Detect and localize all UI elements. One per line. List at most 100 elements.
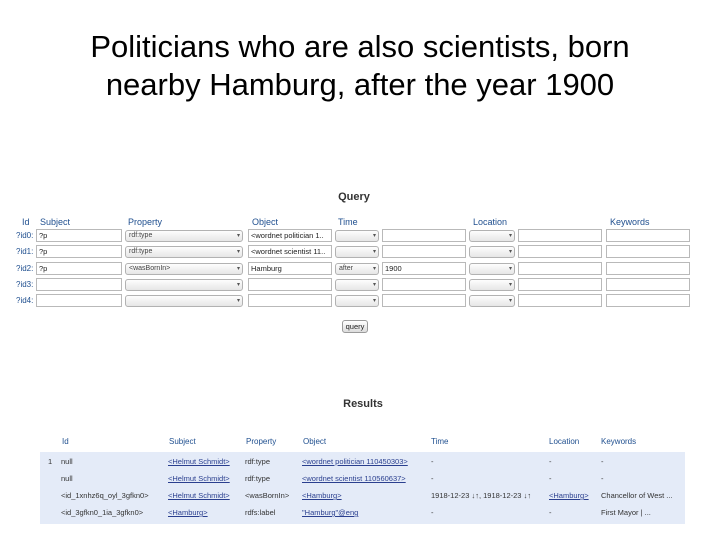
keywords-input[interactable]	[606, 278, 690, 291]
query-header-keywords: Keywords	[610, 217, 650, 227]
time-input[interactable]	[382, 229, 466, 242]
location-operator-select[interactable]: ▾	[469, 246, 515, 258]
property-select[interactable]: rdf:type ▾	[125, 246, 243, 258]
result-id: <id_3gfkn0_1ia_3gfkn0>	[61, 508, 144, 517]
result-property: <wasBornIn>	[245, 491, 290, 500]
select-arrows-icon: ▾	[508, 249, 512, 255]
query-header-property: Property	[128, 217, 163, 227]
subject-input[interactable]: ?p	[36, 229, 122, 242]
subject-input[interactable]: ?p	[36, 262, 122, 275]
results-header-time: Time	[431, 437, 449, 446]
property-select-value: rdf:type	[129, 232, 153, 239]
location-input[interactable]	[518, 245, 602, 258]
property-select[interactable]: ▾	[125, 295, 243, 307]
slide-title: Politicians who are also scientists, bor…	[30, 28, 690, 104]
result-object-link[interactable]: <wordnet scientist 110560637>	[302, 474, 406, 483]
time-operator-select[interactable]: after ▾	[335, 263, 379, 275]
result-object-link[interactable]: "Hamburg"@eng	[302, 508, 358, 517]
result-time: -	[431, 474, 434, 483]
time-input[interactable]: 1900	[382, 262, 466, 275]
result-number: 1	[48, 457, 53, 466]
result-property: rdfs:label	[245, 508, 276, 517]
subject-input[interactable]	[36, 294, 122, 307]
query-header-time: Time	[338, 217, 358, 227]
slide-title-line-2: nearby Hamburg, after the year 1900	[105, 67, 615, 102]
select-arrows-icon: ▾	[508, 266, 512, 272]
location-input[interactable]	[518, 278, 602, 291]
property-select[interactable]: <wasBornIn> ▾	[125, 263, 243, 275]
property-select[interactable]: rdf:type ▾	[125, 230, 243, 242]
query-header-location: Location	[473, 217, 508, 227]
keywords-input[interactable]	[606, 229, 690, 242]
time-input[interactable]	[382, 294, 466, 307]
location-input[interactable]	[518, 262, 602, 275]
result-time: -	[431, 457, 434, 466]
query-header-object: Object	[252, 217, 279, 227]
select-arrows-icon: ▾	[236, 249, 240, 255]
slide-title-line-1: Politicians who are also scientists, bor…	[90, 29, 630, 64]
results-header-object: Object	[303, 437, 327, 446]
object-input[interactable]: Hamburg	[248, 262, 332, 275]
select-arrows-icon: ▾	[372, 233, 376, 239]
result-id: <id_1xnhz6q_oyl_3gfkn0>	[61, 491, 149, 500]
select-arrows-icon: ▾	[372, 282, 376, 288]
results-header-subject: Subject	[169, 437, 196, 446]
object-input[interactable]: <wordnet politician 1..	[248, 229, 332, 242]
result-keywords: -	[601, 457, 604, 466]
result-keywords: First Mayor | ...	[601, 508, 651, 517]
keywords-input[interactable]	[606, 262, 690, 275]
time-operator-select[interactable]: ▾	[335, 279, 379, 291]
location-operator-select[interactable]: ▾	[469, 295, 515, 307]
select-arrows-icon: ▾	[236, 298, 240, 304]
result-subject-link[interactable]: <Helmut Schmidt>	[168, 491, 230, 500]
select-arrows-icon: ▾	[372, 249, 376, 255]
query-header-subject: Subject	[40, 217, 71, 227]
query-heading: Query	[338, 191, 370, 203]
result-subject-link[interactable]: <Hamburg>	[168, 508, 208, 517]
result-subject-link[interactable]: <Helmut Schmidt>	[168, 474, 230, 483]
keywords-input[interactable]	[606, 294, 690, 307]
location-operator-select[interactable]: ▾	[469, 263, 515, 275]
result-time: -	[431, 508, 434, 517]
location-input[interactable]	[518, 294, 602, 307]
location-operator-select[interactable]: ▾	[469, 230, 515, 242]
query-row-label: ?id2:	[16, 264, 34, 273]
time-input[interactable]	[382, 278, 466, 291]
result-object-link[interactable]: <Hamburg>	[302, 491, 342, 500]
result-object-link[interactable]: <wordnet politician 110450303>	[302, 457, 408, 466]
time-input[interactable]	[382, 245, 466, 258]
select-arrows-icon: ▾	[508, 233, 512, 239]
result-property: rdf:type	[245, 457, 271, 466]
query-row-label: ?id0:	[16, 231, 34, 240]
property-select-value: rdf:type	[129, 248, 153, 255]
object-input[interactable]	[248, 294, 332, 307]
select-arrows-icon: ▾	[236, 233, 240, 239]
object-input[interactable]: <wordnet scientist 11..	[248, 245, 332, 258]
time-operator-value: after	[339, 265, 354, 272]
result-location-link[interactable]: <Hamburg>	[549, 491, 589, 500]
results-header-property: Property	[246, 437, 277, 446]
result-id: null	[61, 474, 73, 483]
keywords-input[interactable]	[606, 245, 690, 258]
results-header-keywords: Keywords	[601, 437, 637, 446]
results-header-id: Id	[62, 437, 69, 446]
results-header-location: Location	[549, 437, 580, 446]
subject-input[interactable]	[36, 278, 122, 291]
time-operator-select[interactable]: ▾	[335, 246, 379, 258]
property-select-value: <wasBornIn>	[129, 265, 171, 272]
result-location: -	[549, 474, 552, 483]
time-operator-select[interactable]: ▾	[335, 230, 379, 242]
query-button[interactable]: query	[342, 320, 368, 333]
result-keywords: Chancellor of West ...	[601, 491, 673, 500]
location-input[interactable]	[518, 229, 602, 242]
subject-input[interactable]: ?p	[36, 245, 122, 258]
location-operator-select[interactable]: ▾	[469, 279, 515, 291]
select-arrows-icon: ▾	[236, 266, 240, 272]
property-select[interactable]: ▾	[125, 279, 243, 291]
time-operator-select[interactable]: ▾	[335, 295, 379, 307]
object-input[interactable]	[248, 278, 332, 291]
query-header-id: Id	[22, 217, 30, 227]
result-subject-link[interactable]: <Helmut Schmidt>	[168, 457, 230, 466]
select-arrows-icon: ▾	[508, 298, 512, 304]
query-row-label: ?id4:	[16, 296, 34, 305]
